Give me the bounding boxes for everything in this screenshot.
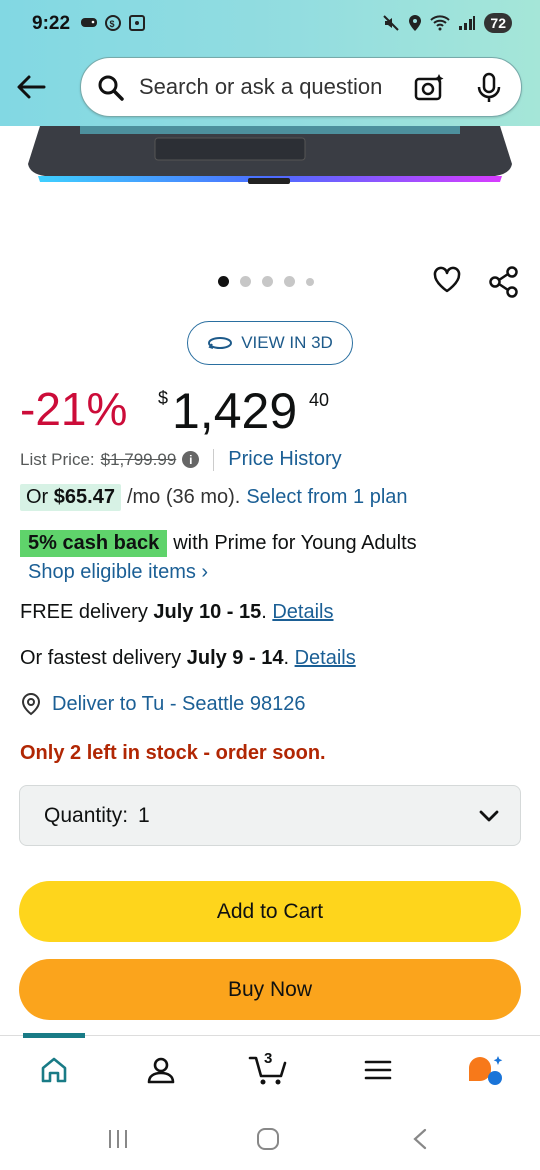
stock-warning: Only 2 left in stock - order soon.: [20, 742, 326, 764]
quantity-label: Quantity:: [44, 803, 129, 827]
bottom-nav: 3: [0, 1033, 540, 1105]
cashback-row: 5% cash back with Prime for Young Adults: [20, 530, 417, 557]
price-fraction: 40: [309, 390, 330, 410]
location-icon: [409, 15, 422, 31]
svg-text:$: $: [110, 19, 115, 29]
cart-button[interactable]: 3: [248, 1048, 290, 1088]
list-price-row: List Price: $1,799.99 i Price History: [20, 448, 342, 471]
quantity-value: 1: [138, 803, 150, 827]
gallery-dot[interactable]: [284, 276, 295, 287]
product-image[interactable]: [0, 126, 540, 246]
back-arrow-icon[interactable]: [14, 70, 48, 104]
quantity-dropdown[interactable]: Quantity: 1: [19, 785, 521, 846]
period: .: [283, 647, 295, 669]
recent-apps-icon[interactable]: [106, 1127, 130, 1151]
home-button-icon[interactable]: [256, 1127, 280, 1151]
fastest-delivery-details-link[interactable]: Details: [295, 647, 356, 669]
free-delivery-row: FREE delivery July 10 - 15. Details: [20, 601, 333, 624]
wishlist-heart-icon[interactable]: [432, 265, 462, 295]
screenshot-icon: [129, 15, 145, 31]
signal-icon: [459, 16, 476, 30]
battery-indicator: 72: [484, 13, 512, 33]
view-in-3d-button[interactable]: VIEW IN 3D: [187, 321, 353, 365]
monthly-prefix: Or: [26, 486, 49, 508]
search-icon: [98, 75, 124, 101]
free-delivery-dates: July 10 - 15: [153, 601, 262, 623]
search-input[interactable]: Search or ask a question: [139, 74, 382, 100]
cashback-text: with Prime for Young Adults: [173, 532, 417, 554]
cart-count: 3: [264, 1050, 273, 1067]
discount-percent: -21%: [20, 383, 128, 435]
price-whole: 1,429: [172, 383, 298, 439]
active-tab-indicator: [23, 1033, 85, 1038]
rotate-3d-icon: [208, 337, 233, 349]
gallery-dot[interactable]: [218, 276, 229, 287]
free-delivery-label: FREE delivery: [20, 601, 148, 623]
monthly-amount: $65.47: [53, 486, 115, 508]
share-icon[interactable]: [489, 266, 519, 298]
free-delivery-details-link[interactable]: Details: [272, 601, 333, 623]
data-saver-icon: $: [105, 15, 121, 31]
deliver-to-text: Deliver to Tu - Seattle 98126: [52, 692, 306, 715]
mute-icon: [383, 15, 400, 31]
status-system-icons: 72: [382, 13, 512, 33]
select-plan-link[interactable]: Select from 1 plan: [246, 486, 407, 509]
camera-search-icon[interactable]: [413, 72, 445, 104]
monthly-amount-pill: Or $65.47: [20, 484, 121, 511]
fastest-delivery-dates: July 9 - 14: [186, 647, 284, 669]
divider: [213, 448, 215, 471]
rufus-assistant-icon[interactable]: [466, 1054, 506, 1088]
monthly-term: /mo (36 mo).: [126, 486, 241, 508]
gallery-dot[interactable]: [240, 276, 251, 287]
game-icon: [81, 18, 97, 27]
monthly-payment-row: Or $65.47 /mo (36 mo). Select from 1 pla…: [20, 484, 408, 511]
gallery-dot[interactable]: [262, 276, 273, 287]
list-price-label: List Price:: [20, 449, 95, 469]
price-currency: $: [158, 388, 169, 408]
fastest-delivery-label: Or fastest delivery: [20, 647, 182, 669]
menu-icon[interactable]: [362, 1054, 394, 1086]
home-icon[interactable]: [38, 1054, 70, 1086]
price-history-link[interactable]: Price History: [228, 448, 341, 471]
shop-eligible-items-link[interactable]: Shop eligible items ›: [28, 561, 208, 584]
wifi-icon: [430, 15, 451, 31]
add-to-cart-button[interactable]: Add to Cart: [19, 881, 521, 942]
system-back-icon[interactable]: [410, 1127, 430, 1151]
system-navigation-bar: [0, 1105, 540, 1170]
buy-now-button[interactable]: Buy Now: [19, 959, 521, 1020]
deliver-to-location[interactable]: Deliver to Tu - Seattle 98126: [20, 692, 305, 716]
fastest-delivery-row: Or fastest delivery July 9 - 14. Details: [20, 647, 356, 670]
view-in-3d-label: VIEW IN 3D: [241, 333, 333, 352]
cashback-badge: 5% cash back: [20, 530, 168, 557]
location-pin-icon: [21, 692, 41, 716]
gallery-pagination[interactable]: [218, 276, 314, 287]
gallery-dot[interactable]: [306, 277, 314, 286]
info-icon[interactable]: i: [182, 451, 200, 468]
account-icon[interactable]: [145, 1054, 177, 1086]
status-bar: 9:22 $ 72: [0, 0, 540, 50]
period: .: [261, 601, 273, 623]
list-price-value: $1,799.99: [100, 449, 177, 469]
chevron-down-icon: [479, 810, 499, 822]
status-time: 9:22: [32, 13, 71, 34]
microphone-icon[interactable]: [475, 72, 503, 104]
header: 9:22 $ 72 Search or ask a question: [0, 0, 540, 126]
search-bar[interactable]: Search or ask a question: [80, 57, 522, 117]
status-notification-icons: $: [80, 14, 146, 32]
